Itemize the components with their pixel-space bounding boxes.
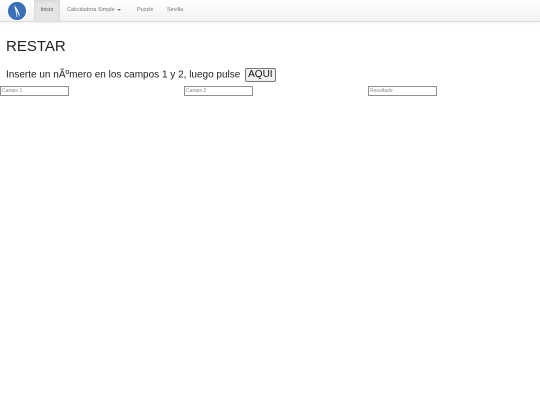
resultado-input[interactable] — [368, 86, 437, 96]
nav-item-puzzle[interactable]: Puzzle — [131, 0, 160, 21]
navbar: Inicio Calculadora Simple Puzzle Sevilla — [0, 0, 540, 22]
nav-item-sevilla[interactable]: Sevilla — [161, 0, 189, 21]
instructions: Inserte un nÃºmero en los campos 1 y 2, … — [6, 68, 276, 82]
aqui-button[interactable]: AQUI — [245, 68, 276, 82]
campo-1-input[interactable] — [0, 86, 69, 96]
campo-2-input[interactable] — [184, 86, 253, 96]
logo-icon[interactable] — [8, 2, 26, 20]
nav-item-inicio[interactable]: Inicio — [34, 0, 60, 21]
page-title: RESTAR — [6, 38, 66, 55]
nav-item-label: Calculadora Simple — [67, 7, 115, 13]
nav-item-calculadora-simple[interactable]: Calculadora Simple — [61, 0, 127, 21]
instruction-text: Inserte un nÃºmero en los campos 1 y 2, … — [6, 69, 241, 81]
caret-down-icon — [116, 8, 121, 11]
